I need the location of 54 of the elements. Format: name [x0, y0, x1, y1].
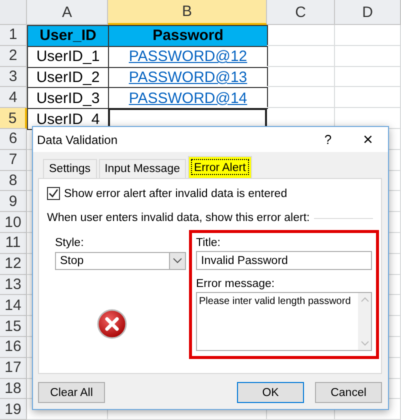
column-header[interactable]: B — [108, 0, 267, 25]
row-header[interactable]: 18 — [0, 378, 27, 400]
row-header[interactable]: 1 — [0, 25, 27, 46]
dialog-button[interactable]: Cancel — [315, 382, 382, 403]
scrollbar[interactable] — [358, 293, 371, 350]
row-header[interactable]: 3 — [0, 66, 27, 88]
select-all-corner[interactable] — [0, 0, 27, 25]
row-header[interactable]: 2 — [0, 46, 27, 67]
tab[interactable]: Error Alert — [188, 156, 252, 178]
empty-cell — [335, 46, 401, 67]
column-header[interactable]: A — [27, 0, 108, 25]
row-header[interactable]: 4 — [0, 87, 27, 108]
title-field[interactable]: Invalid Password — [196, 251, 372, 270]
tab[interactable]: Input Message — [98, 159, 186, 178]
tab[interactable]: Settings — [43, 159, 97, 178]
row-header[interactable]: 5 — [0, 108, 27, 129]
row-header[interactable]: 17 — [0, 358, 27, 379]
row-header[interactable]: 7 — [0, 150, 27, 171]
checkbox-label: Show error alert after invalid data is entered — [64, 188, 288, 200]
close-button[interactable]: × — [348, 127, 388, 152]
row-header[interactable]: 16 — [0, 336, 27, 358]
row-header[interactable]: 11 — [0, 232, 27, 254]
header-cell: User_ID — [27, 25, 109, 47]
field-label: Error message: — [196, 278, 276, 290]
style-dropdown[interactable]: Stop — [55, 252, 186, 270]
row-header[interactable]: 10 — [0, 212, 27, 233]
help-button[interactable]: ? — [308, 127, 348, 152]
row-header[interactable]: 19 — [0, 399, 27, 420]
group-label: When user enters invalid data, show this error alert: — [47, 212, 310, 224]
row-header[interactable]: 8 — [0, 170, 27, 192]
dialog-button[interactable]: Clear All — [38, 382, 105, 403]
message-field[interactable]: Please inter valid length password — [196, 292, 372, 351]
scroll-down-icon[interactable] — [360, 341, 368, 346]
error-icon — [97, 309, 127, 339]
field-label: Style: — [55, 237, 85, 249]
scroll-up-icon[interactable] — [360, 297, 368, 302]
caret-icon — [173, 258, 182, 264]
row-header[interactable]: 14 — [0, 295, 27, 316]
row-header[interactable]: 15 — [0, 316, 27, 337]
row-header[interactable]: 9 — [0, 191, 27, 212]
field-label: Title: — [196, 237, 222, 249]
column-header[interactable]: C — [267, 0, 335, 25]
row-header[interactable]: 13 — [0, 274, 27, 296]
row-header[interactable]: 6 — [0, 128, 27, 150]
empty-cell — [335, 25, 401, 46]
row-header[interactable]: 12 — [0, 254, 27, 275]
header-cell: Password — [108, 25, 268, 47]
empty-cell — [335, 87, 401, 108]
empty-cell — [335, 66, 401, 88]
checkbox[interactable] — [47, 187, 60, 200]
check-icon — [48, 188, 59, 199]
column-header[interactable]: D — [335, 0, 401, 25]
window-title: Data Validation — [37, 132, 118, 146]
dialog-button[interactable]: OK — [237, 382, 304, 403]
